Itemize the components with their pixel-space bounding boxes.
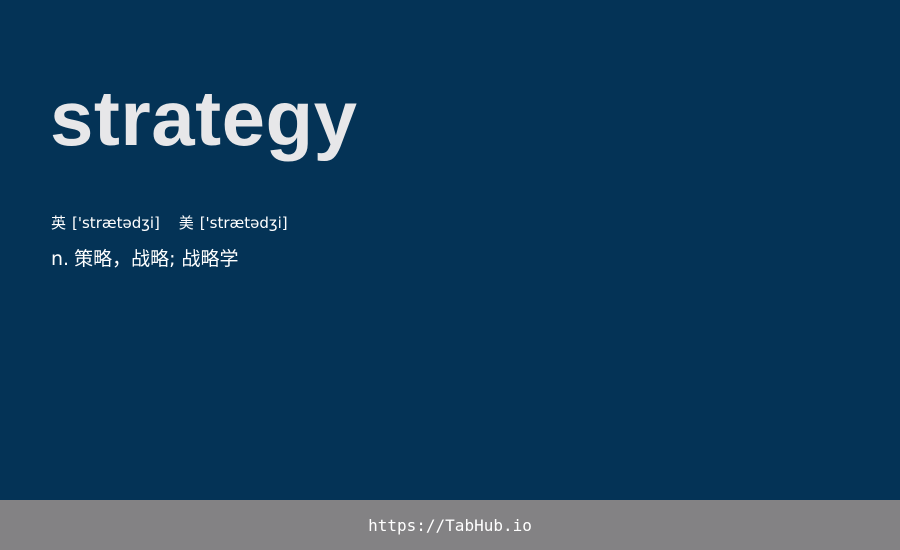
- uk-pronunciation: 英 ['strætədʒi]: [51, 212, 160, 234]
- us-pronunciation: 美 ['strætədʒi]: [179, 212, 288, 234]
- phonetics: 英 ['strætədʒi] 美 ['strætədʒi]: [51, 212, 288, 234]
- uk-ipa: ['strætədʒi]: [72, 214, 160, 232]
- footer-bar: https://TabHub.io: [0, 500, 900, 550]
- word-card: strategy 英 ['strætədʒi] 美 ['strætədʒi] n. 策…: [0, 0, 900, 500]
- definition: n. 策略，战略; 战略学: [51, 246, 239, 272]
- headword: strategy: [50, 74, 358, 162]
- tabhub-link[interactable]: https://TabHub.io: [368, 516, 532, 535]
- definition-text: 策略，战略; 战略学: [74, 248, 239, 270]
- us-ipa: ['strætədʒi]: [199, 214, 288, 232]
- us-label: 美: [178, 214, 194, 232]
- uk-label: 英: [51, 214, 67, 232]
- part-of-speech: n.: [51, 248, 70, 270]
